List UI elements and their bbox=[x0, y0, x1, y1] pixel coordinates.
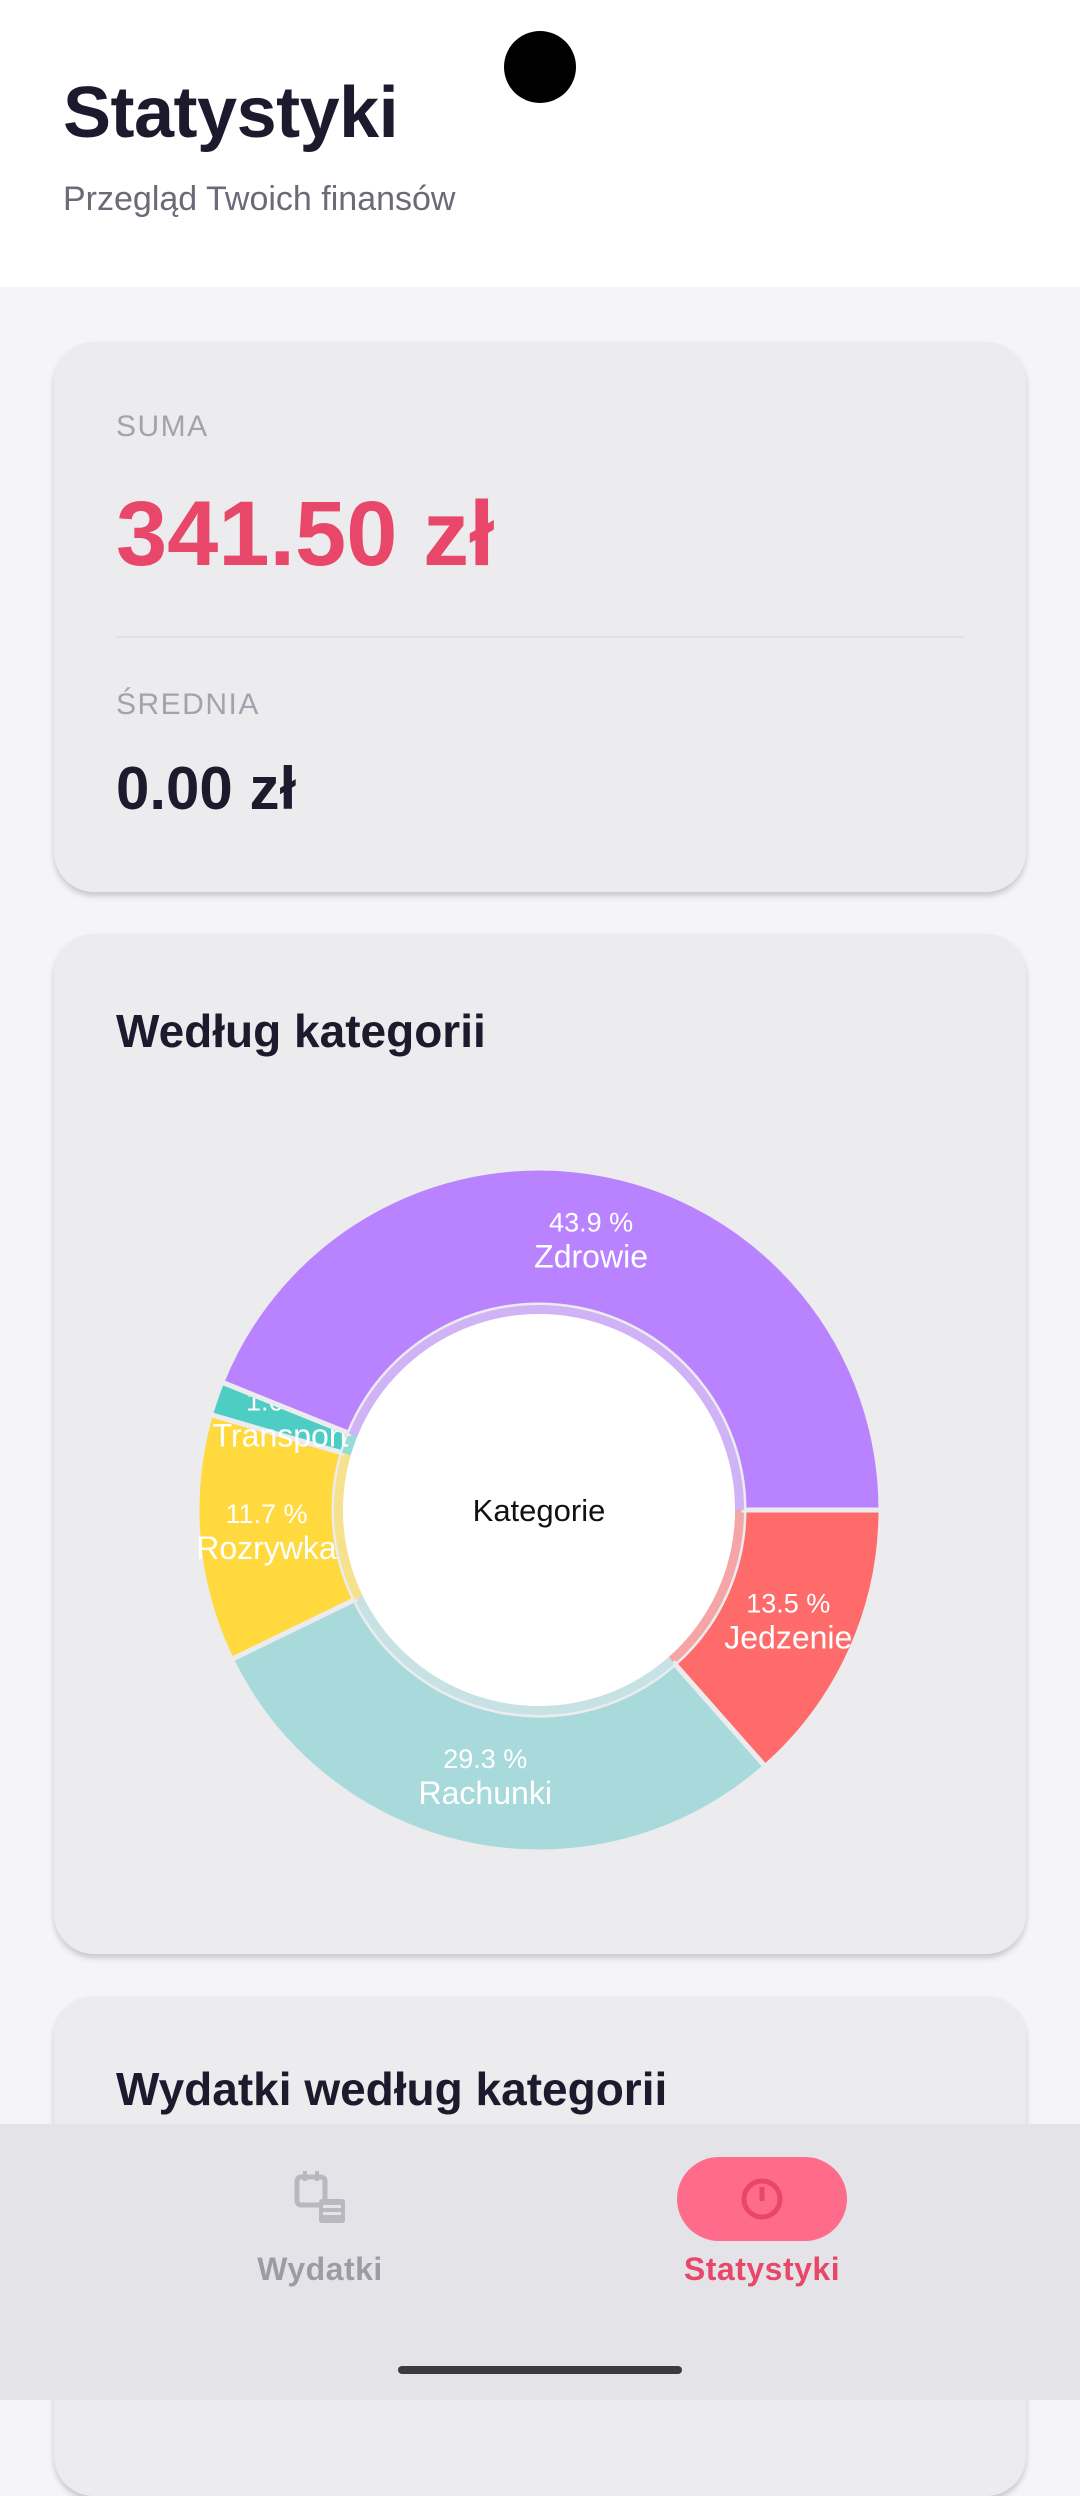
nav-label-expenses: Wydatki bbox=[257, 2251, 383, 2287]
donut-center-label: Kategorie bbox=[473, 1493, 606, 1528]
divider bbox=[116, 636, 964, 638]
pie-chart-icon bbox=[741, 2178, 783, 2220]
sum-value: 341.50 zł bbox=[116, 483, 495, 585]
category-chart-card: Według kategorii 13.5 % Jedzenie 29.3 % Rac… bbox=[54, 934, 1026, 1954]
nav-item-expenses[interactable]: Wydatki bbox=[170, 2124, 470, 2324]
slice-percent-label: 29.3 % bbox=[443, 1744, 527, 1774]
expenses-by-category-title: Wydatki według kategorii bbox=[116, 2063, 668, 2115]
category-donut-chart[interactable]: 13.5 %Jedzenie 29.3 %Rachunki 11.7 %Rozryw… bbox=[54, 934, 1026, 1954]
average-label: ŚREDNIA bbox=[116, 688, 260, 721]
bottom-navigation: Wydatki Statystyki bbox=[0, 2124, 1080, 2400]
page-subtitle: Przegląd Twoich finansów bbox=[63, 180, 456, 218]
calendar-list-icon bbox=[294, 2171, 345, 2223]
nav-label-statistics: Statystyki bbox=[683, 2251, 841, 2287]
page-title: Statystyki bbox=[63, 73, 399, 153]
slice-name-label: Rachunki bbox=[419, 1775, 552, 1811]
summary-card: SUMA 341.50 zł ŚREDNIA 0.00 zł bbox=[54, 342, 1026, 892]
home-indicator bbox=[398, 2366, 682, 2374]
sum-label: SUMA bbox=[116, 410, 209, 443]
slice-percent-label: 11.7 % bbox=[225, 1499, 307, 1529]
front-camera bbox=[504, 31, 576, 103]
slice-name-label: Rozrywka bbox=[196, 1530, 337, 1566]
slice-name-label: Jedzenie bbox=[724, 1620, 852, 1656]
slice-percent-label: 43.9 % bbox=[549, 1208, 633, 1238]
slice-name-label: Zdrowie bbox=[534, 1239, 648, 1275]
nav-item-statistics[interactable]: Statystyki bbox=[612, 2124, 912, 2324]
average-value: 0.00 zł bbox=[116, 755, 297, 822]
slice-percent-label: 13.5 % bbox=[746, 1589, 830, 1619]
